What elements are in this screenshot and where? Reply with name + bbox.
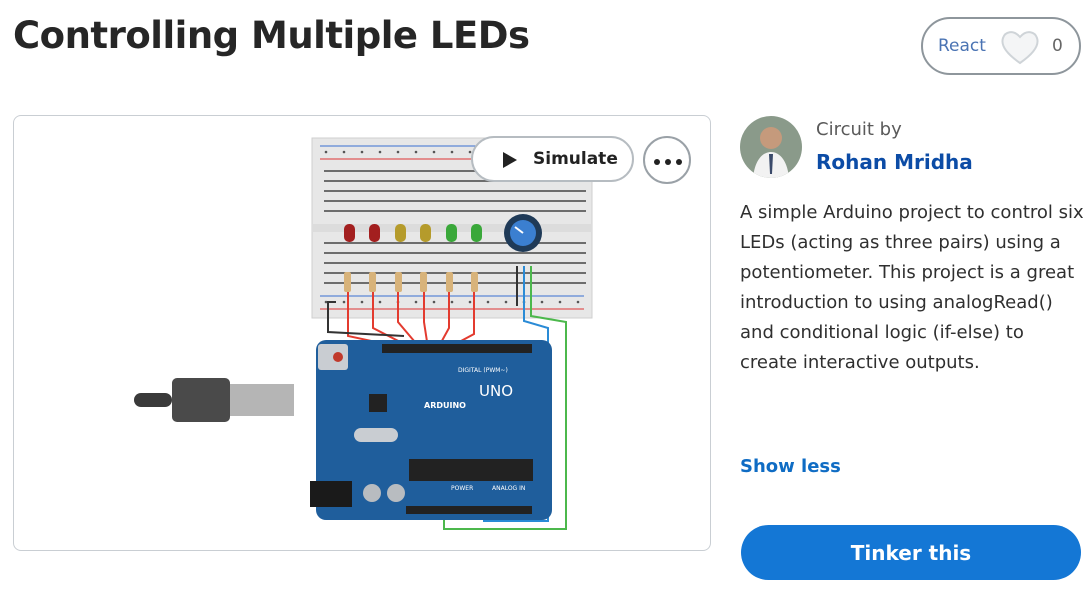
avatar[interactable] <box>740 116 802 178</box>
simulate-label: Simulate <box>533 149 618 169</box>
board-digital-label: DIGITAL (PWM~) <box>458 367 508 374</box>
avatar-image <box>740 116 802 178</box>
author-caption: Circuit by <box>816 119 902 140</box>
more-icon <box>654 159 682 165</box>
board-analog-label: ANALOG IN <box>492 485 525 492</box>
usb-cable <box>134 378 294 422</box>
simulate-button[interactable]: Simulate <box>471 136 634 182</box>
react-count: 0 <box>1052 36 1063 56</box>
potentiometer <box>504 214 542 252</box>
arduino-board: UNO ARDUINO DIGITAL (PWM~) POWER ANALOG … <box>310 340 552 520</box>
react-button[interactable]: React 0 <box>921 17 1081 75</box>
board-model: UNO <box>479 382 513 400</box>
page-title: Controlling Multiple LEDs <box>13 14 530 57</box>
board-brand: ARDUINO <box>424 401 466 410</box>
board-power-label: POWER <box>451 485 473 492</box>
show-less-link[interactable]: Show less <box>740 456 841 477</box>
circuit-preview[interactable]: UNO ARDUINO DIGITAL (PWM~) POWER ANALOG … <box>13 115 711 551</box>
heart-icon <box>1001 31 1039 65</box>
tinker-this-button[interactable]: Tinker this <box>741 525 1081 580</box>
project-description: A simple Arduino project to control six … <box>740 202 1084 373</box>
more-options-button[interactable] <box>643 136 691 184</box>
react-label: React <box>938 36 986 56</box>
author-name-link[interactable]: Rohan Mridha <box>816 150 973 174</box>
play-icon <box>503 152 517 168</box>
